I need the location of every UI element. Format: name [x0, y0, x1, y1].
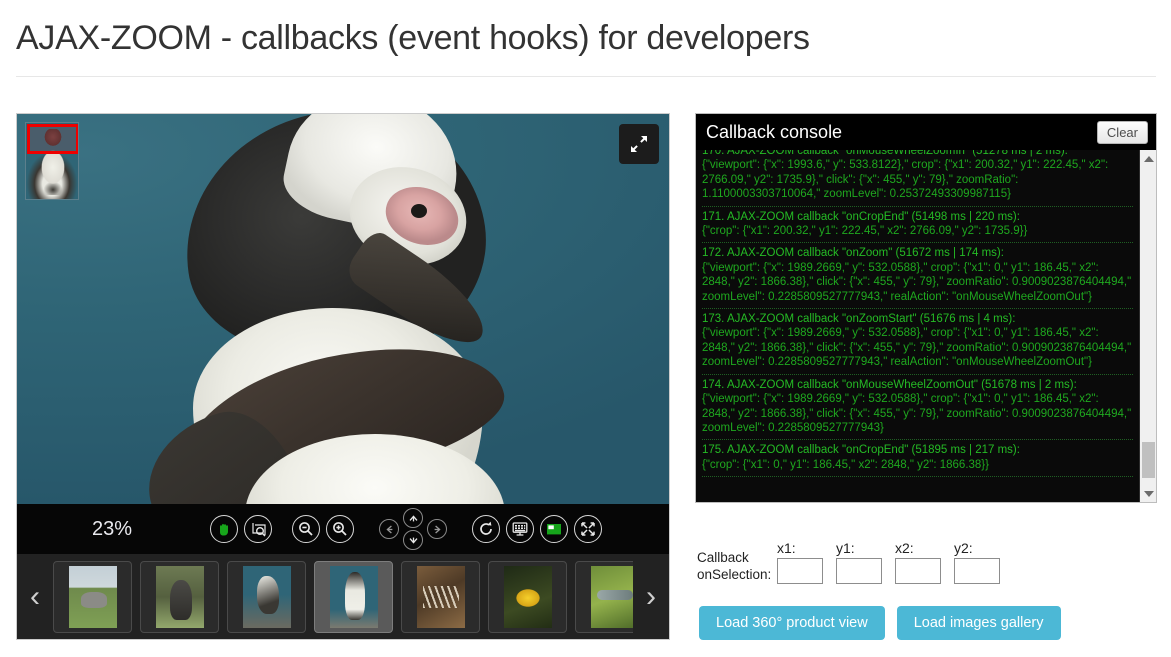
- console-scrollbar[interactable]: [1139, 150, 1156, 502]
- log-entry-json: {"viewport": {"x": 1993.6," y": 533.8122…: [702, 159, 1109, 201]
- log-entry-head: 171. AJAX-ZOOM callback "onCropEnd" (514…: [702, 210, 1020, 223]
- log-entry: 170. AJAX-ZOOM callback "onMouseWheelZoo…: [702, 150, 1133, 207]
- log-entry: 173. AJAX-ZOOM callback "onZoomStart" (5…: [702, 309, 1133, 375]
- thumb-bee-on-flower[interactable]: [488, 560, 567, 633]
- arrow-left-icon[interactable]: [379, 519, 399, 539]
- thumb-image: [155, 565, 204, 628]
- image-viewer[interactable]: 23% ‹ ›: [16, 113, 670, 640]
- action-button-row: Load 360° product view Load images galle…: [699, 606, 1073, 640]
- hand-icon[interactable]: [210, 515, 238, 543]
- navigator-viewport-rect[interactable]: [27, 124, 78, 154]
- log-entry: 172. AJAX-ZOOM callback "onZoom" (51672 …: [702, 243, 1133, 310]
- zoom-level-label: 23%: [91, 517, 133, 540]
- selection-field-y2: y2:: [954, 540, 1000, 584]
- selection-input-x1[interactable]: [777, 558, 823, 584]
- selection-field-x2: x2:: [895, 540, 941, 584]
- scrollbar-thumb[interactable]: [1142, 442, 1155, 478]
- navigator-thumbnail[interactable]: [25, 122, 79, 200]
- penguin-eye: [411, 204, 427, 218]
- arrow-up-icon[interactable]: [403, 508, 423, 528]
- page-header: AJAX-ZOOM - callbacks (event hooks) for …: [16, 18, 1156, 77]
- thumb-penguin-standing[interactable]: [314, 560, 393, 633]
- clear-button[interactable]: Clear: [1096, 120, 1148, 144]
- log-entry-head: 172. AJAX-ZOOM callback "onZoom" (51672 …: [702, 247, 1004, 260]
- log-entry-head: 175. AJAX-ZOOM callback "onCropEnd" (518…: [702, 444, 1020, 457]
- picture-in-picture-icon[interactable]: [540, 515, 568, 543]
- viewer-toolbar[interactable]: 23%: [17, 504, 669, 554]
- console-title: Callback console: [706, 121, 843, 142]
- main-photo[interactable]: [17, 114, 669, 504]
- selection-field-x1-label: x1:: [777, 540, 796, 556]
- selection-input-x2[interactable]: [895, 558, 941, 584]
- log-entry-json: {"viewport": {"x": 1989.2669," y": 532.0…: [702, 393, 1132, 434]
- selection-field-y1-label: y1:: [836, 540, 855, 556]
- magnifier-minus-icon[interactable]: [292, 515, 320, 543]
- log-entry: 174. AJAX-ZOOM callback "onMouseWheelZoo…: [702, 375, 1133, 441]
- console-log-list[interactable]: 170. AJAX-ZOOM callback "onMouseWheelZoo…: [696, 150, 1139, 502]
- magnifier-plus-icon[interactable]: [326, 515, 354, 543]
- toolbar-pan-group[interactable]: [377, 507, 449, 551]
- callback-console: Callback console Clear 170. AJAX-ZOOM ca…: [695, 113, 1157, 503]
- selection-input-y1[interactable]: [836, 558, 882, 584]
- scroll-up-arrow-icon[interactable]: [1140, 150, 1156, 167]
- thumb-bark-texture[interactable]: [401, 560, 480, 633]
- selection-fields: x1: y1: x2: y2:: [777, 540, 1013, 584]
- selection-form-label: Callback onSelection:: [697, 550, 772, 582]
- log-entry-json: {"viewport": {"x": 1989.2669," y": 532.0…: [702, 327, 1132, 369]
- load-360-product-view-button[interactable]: Load 360° product view: [699, 606, 885, 640]
- log-entry-head: 173. AJAX-ZOOM callback "onZoomStart" (5…: [702, 313, 1016, 326]
- thumb-cat[interactable]: [140, 560, 219, 633]
- thumb-penguin-bowing[interactable]: [227, 560, 306, 633]
- page-title: AJAX-ZOOM - callbacks (event hooks) for …: [16, 19, 810, 57]
- crop-magnifier-icon[interactable]: [244, 515, 272, 543]
- penguin-illustration: [132, 114, 619, 504]
- thumbnail-list[interactable]: [53, 554, 633, 639]
- toolbar-action-group[interactable]: [469, 515, 605, 543]
- expand-arrows-icon[interactable]: [619, 124, 659, 164]
- selection-field-x1: x1:: [777, 540, 823, 584]
- filmstrip-screen-icon[interactable]: [506, 515, 534, 543]
- thumb-image: [242, 565, 291, 628]
- viewer-stage[interactable]: [17, 114, 669, 504]
- fullscreen-arrows-icon[interactable]: [574, 515, 602, 543]
- arrow-down-icon[interactable]: [403, 530, 423, 550]
- selection-form: Callback onSelection: x1: y1: x2: y2:: [697, 540, 1013, 584]
- selection-field-x2-label: x2:: [895, 540, 914, 556]
- load-images-gallery-button[interactable]: Load images gallery: [896, 606, 1061, 640]
- selection-field-y2-label: y2:: [954, 540, 973, 556]
- thumbnails-prev-button[interactable]: ‹: [17, 554, 53, 639]
- selection-field-y1: y1:: [836, 540, 882, 584]
- thumb-image: [503, 565, 552, 628]
- console-header: Callback console Clear: [696, 114, 1156, 150]
- log-entry-json: {"viewport": {"x": 1989.2669," y": 532.0…: [702, 261, 1132, 303]
- log-entry: 175. AJAX-ZOOM callback "onCropEnd" (518…: [702, 440, 1133, 478]
- thumbnails-next-button[interactable]: ›: [633, 554, 669, 639]
- log-entry: 171. AJAX-ZOOM callback "onCropEnd" (514…: [702, 207, 1133, 244]
- scroll-down-arrow-icon[interactable]: [1140, 485, 1156, 502]
- thumb-rhino[interactable]: [53, 560, 132, 633]
- thumb-dragonfly[interactable]: [575, 560, 633, 633]
- arrow-right-icon[interactable]: [427, 519, 447, 539]
- log-entry-json: {"crop": {"x1": 200.32," y1": 222.45," x…: [702, 225, 1028, 238]
- thumb-image: [416, 565, 465, 628]
- thumb-image: [68, 565, 117, 628]
- selection-input-y2[interactable]: [954, 558, 1000, 584]
- thumbnail-strip[interactable]: ‹ ›: [17, 554, 669, 639]
- thumb-image: [329, 565, 378, 628]
- page-root: AJAX-ZOOM - callbacks (event hooks) for …: [0, 0, 1171, 657]
- thumb-image: [590, 565, 633, 628]
- log-entry-json: {"crop": {"x1": 0," y1": 186.45," x2": 2…: [702, 458, 989, 471]
- log-entry-head: 170. AJAX-ZOOM callback "onMouseWheelZoo…: [702, 150, 1068, 157]
- rotate-cw-icon[interactable]: [472, 515, 500, 543]
- toolbar-zoom-group[interactable]: [289, 515, 357, 543]
- log-entry-head: 174. AJAX-ZOOM callback "onMouseWheelZoo…: [702, 378, 1077, 391]
- toolbar-mode-group[interactable]: [207, 515, 275, 543]
- console-body[interactable]: 170. AJAX-ZOOM callback "onMouseWheelZoo…: [696, 150, 1156, 502]
